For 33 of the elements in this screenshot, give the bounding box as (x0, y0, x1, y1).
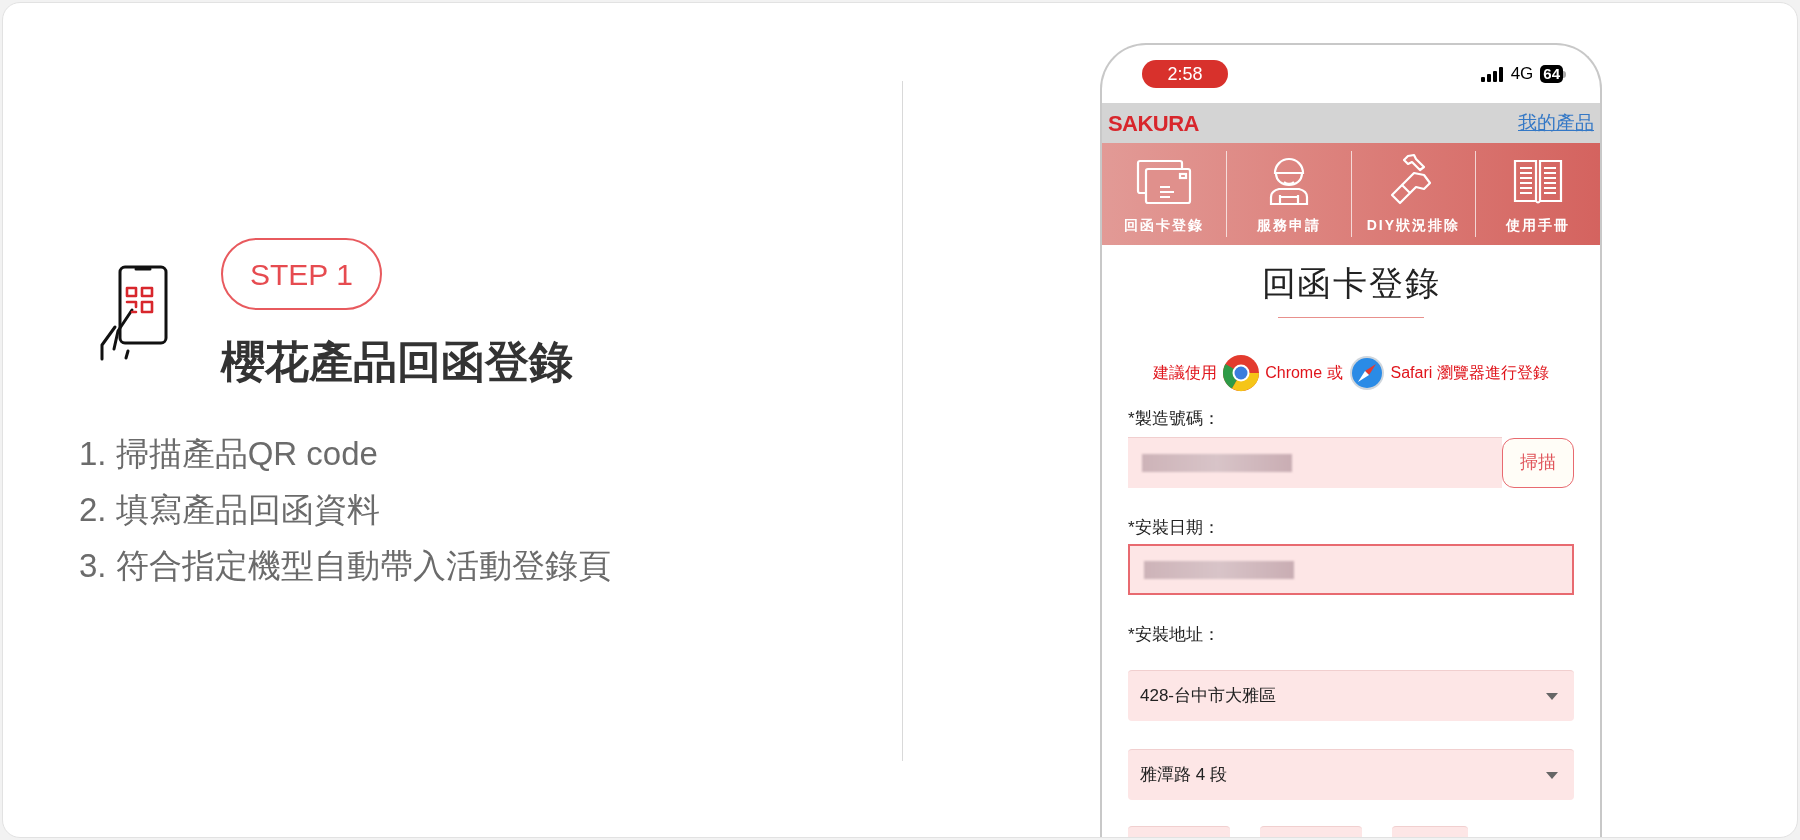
select-field[interactable]: 雅潭路 4 段 (1128, 749, 1574, 800)
menu-tab[interactable]: 回函卡登錄 (1123, 215, 1204, 236)
menu-tab[interactable]: 使用手冊 (1506, 215, 1571, 236)
menu-tab[interactable]: DIY狀況排除 (1366, 215, 1461, 236)
compass-icon (1348, 355, 1385, 391)
page-title: 回函卡登錄 (1261, 263, 1441, 303)
field-label: *安裝地址： (1128, 624, 1221, 646)
status-time: 2:58 (1142, 60, 1228, 88)
section-title: 櫻花產品回函登錄 (221, 336, 573, 388)
browser-notice-text: Safari 瀏覽器進行登錄 (1390, 363, 1549, 383)
scan-button[interactable]: 掃描 (1502, 437, 1574, 488)
browser-notice-text: 建議使用 (1153, 363, 1218, 383)
input-field[interactable] (1128, 544, 1574, 595)
phone-qr-scan-icon (98, 265, 170, 361)
brand-logo: SAKURA (1108, 109, 1199, 138)
step-item: 2. 填寫產品回函資料 (79, 490, 381, 530)
dropdown-caret-icon (1546, 692, 1558, 700)
select-field[interactable]: 428-台中市大雅區 (1128, 670, 1574, 721)
my-products-link[interactable]: 我的產品 (1518, 108, 1594, 138)
field-label: *安裝日期： (1128, 517, 1221, 539)
chrome-icon (1222, 354, 1261, 392)
field-label: *製造號碼： (1128, 408, 1221, 430)
open-book-icon (1513, 157, 1564, 205)
menu-tab[interactable]: 服務申請 (1256, 215, 1321, 236)
envelope-icon (1135, 159, 1192, 205)
battery-icon: 64 (1540, 65, 1566, 83)
step-badge: STEP 1 (221, 238, 382, 310)
browser-notice-text: Chrome 或 (1265, 363, 1343, 383)
step-item: 3. 符合指定機型自動帶入活動登錄頁 (79, 546, 612, 586)
network-label: 4G (1510, 63, 1534, 86)
signal-icon (1480, 66, 1505, 82)
step-item: 1. 掃描產品QR code (79, 434, 379, 474)
dropdown-caret-icon (1546, 771, 1558, 779)
